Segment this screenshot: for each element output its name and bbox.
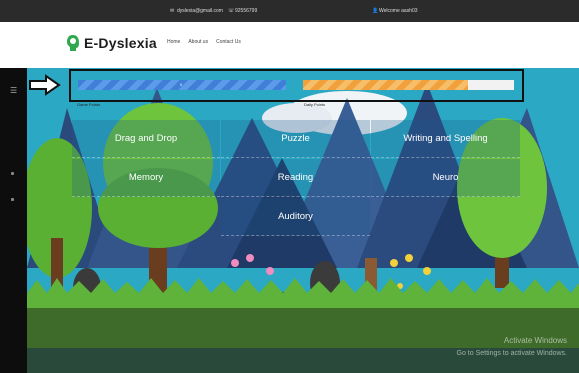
menu-drag-and-drop[interactable]: Drag and Drop [72,120,220,158]
top-bar: ✉ dyslexia@gmail.com ☏ 92556799 👤 Welcom… [0,0,579,22]
main-nav: Home About us Contact Us [167,39,241,45]
brain-head-icon [66,34,80,52]
nav-contact[interactable]: Contact Us [216,39,241,45]
watermark-title: Activate Windows [503,336,567,345]
daily-points-label: Daily Points [304,102,326,107]
contact-email[interactable]: dyslexia@gmail.com [177,8,223,14]
highlight-box [69,69,524,102]
menu-neuro[interactable]: Neuro [371,159,520,197]
menu-auditory[interactable]: Auditory [221,198,370,236]
contact-phone: 92556799 [235,8,258,14]
logo-text: E-Dyslexia [84,35,157,51]
site-header: E-Dyslexia Home About us Contact Us [0,22,579,68]
menu-puzzle[interactable]: Puzzle [221,120,370,158]
phone-icon: ☏ [228,8,235,14]
menu-memory[interactable]: Memory [72,159,220,197]
email-icon: ✉ [170,8,175,14]
arrow-right-icon [29,74,61,96]
sidebar-marker-icon[interactable] [11,172,14,175]
watermark-subtitle: Go to Settings to activate Windows. [456,350,568,357]
sidebar-marker-icon[interactable] [11,198,14,201]
logo[interactable]: E-Dyslexia [66,34,157,52]
user-icon: 👤 [372,8,379,14]
menu-writing-and-spelling[interactable]: Writing and Spelling [371,120,520,158]
sidebar: ☰ [0,68,27,373]
menu-reading[interactable]: Reading [221,159,370,197]
welcome-text[interactable]: Welcome aash03 [379,8,418,14]
nav-home[interactable]: Home [167,39,180,45]
menu-icon[interactable]: ☰ [10,86,17,95]
game-points-label: Game Points [77,102,101,107]
nav-about[interactable]: About us [188,39,208,45]
